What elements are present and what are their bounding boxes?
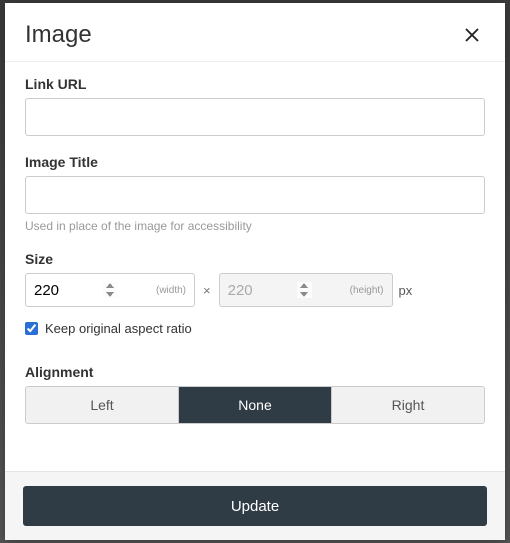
alignment-field: Alignment Left None Right: [25, 364, 485, 424]
image-title-field: Image Title Used in place of the image f…: [25, 154, 485, 233]
size-row: (width) × (height) px: [25, 273, 485, 307]
link-url-field: Link URL: [25, 76, 485, 136]
width-input[interactable]: [26, 274, 126, 306]
modal-header: Image: [5, 3, 505, 62]
image-title-label: Image Title: [25, 154, 485, 170]
size-field: Size (width) × (height) px Keep original…: [25, 251, 485, 336]
height-box: (height): [219, 273, 393, 307]
close-icon: [463, 26, 481, 44]
dimension-separator: ×: [201, 283, 213, 298]
link-url-label: Link URL: [25, 76, 485, 92]
link-url-input[interactable]: [25, 98, 485, 136]
height-input: [220, 274, 320, 306]
image-title-helper: Used in place of the image for accessibi…: [25, 219, 485, 233]
aspect-ratio-checkbox[interactable]: [25, 322, 38, 335]
close-button[interactable]: [459, 22, 485, 48]
alignment-label: Alignment: [25, 364, 485, 380]
aspect-ratio-row: Keep original aspect ratio: [25, 321, 485, 336]
alignment-group: Left None Right: [25, 386, 485, 424]
height-hint: (height): [350, 285, 384, 296]
image-settings-modal: Image Link URL Image Title Used in place…: [5, 3, 505, 540]
update-button[interactable]: Update: [23, 486, 487, 526]
alignment-left-button[interactable]: Left: [26, 387, 179, 423]
alignment-none-button[interactable]: None: [179, 387, 332, 423]
width-box: (width): [25, 273, 195, 307]
modal-body: Link URL Image Title Used in place of th…: [5, 62, 505, 471]
width-hint: (width): [156, 285, 186, 296]
alignment-right-button[interactable]: Right: [332, 387, 484, 423]
aspect-ratio-label: Keep original aspect ratio: [45, 321, 192, 336]
size-unit: px: [399, 283, 413, 298]
modal-footer: Update: [5, 471, 505, 540]
modal-title: Image: [25, 21, 92, 49]
image-title-input[interactable]: [25, 176, 485, 214]
size-label: Size: [25, 251, 485, 267]
